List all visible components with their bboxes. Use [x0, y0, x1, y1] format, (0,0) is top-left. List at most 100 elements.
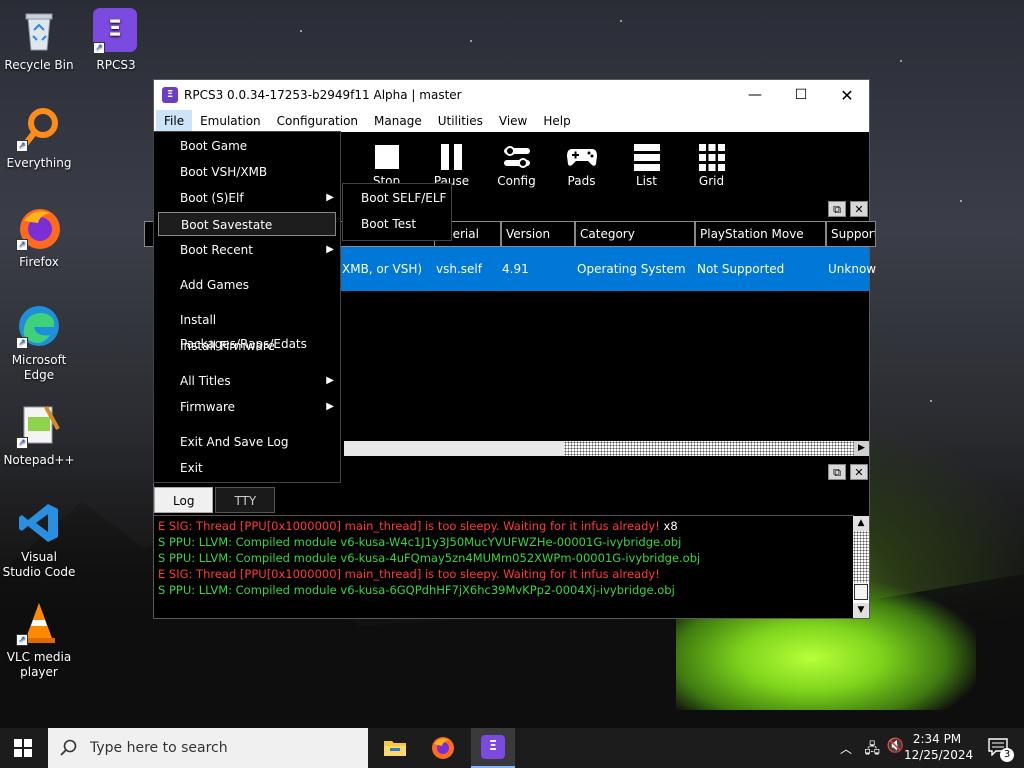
menu-item-exit-and-save-log[interactable]: Exit And Save Log [158, 430, 336, 454]
recycle-bin-icon [16, 8, 62, 54]
desktop-icon-vscode[interactable]: Visual Studio Code [1, 500, 77, 580]
scroll-up-icon[interactable]: ▲ [853, 516, 869, 531]
desktop-icon-firefox[interactable]: ↗ Firefox [1, 205, 77, 270]
notification-center-button[interactable]: 3 [988, 738, 1014, 762]
cell-serial: vsh.self [436, 262, 482, 276]
menu-item-boot-vsh-xmb[interactable]: Boot VSH/XMB [158, 160, 336, 184]
menu-item-firmware[interactable]: Firmware ▶ [158, 395, 336, 419]
horizontal-scrollbar[interactable]: ▶ [344, 441, 869, 456]
log-line: S PPU: LLVM: Compiled module v6-kusa-W4c… [158, 535, 682, 549]
vscode-icon [16, 500, 62, 546]
taskbar-file-explorer[interactable] [375, 728, 415, 768]
cell-category: Operating System [577, 262, 686, 276]
config-button[interactable]: Config [484, 132, 549, 194]
menu-item-all-titles[interactable]: All Titles ▶ [158, 369, 336, 393]
chevron-up-icon[interactable]: ︿ [840, 740, 852, 757]
taskbar-firefox[interactable] [423, 728, 463, 768]
file-menu: Boot Game Boot VSH/XMB Boot (S)Elf ▶ Boot… [153, 131, 341, 483]
tab-log[interactable]: Log [154, 487, 214, 513]
rpcs3-icon: Ξ [481, 735, 505, 759]
log-dock-buttons: ⧉ ✕ [828, 464, 868, 480]
title-bar[interactable]: Ξ RPCS3 0.0.34-17253-b2949f11 Alpha | ma… [154, 80, 869, 110]
float-icon[interactable]: ⧉ [828, 201, 846, 217]
desktop-icon-rpcs3[interactable]: Ξ ↗ RPCS3 [78, 8, 154, 73]
log-line: E SIG: Thread [PPU[0x1000000] main_threa… [158, 567, 660, 581]
list-button[interactable]: List [614, 132, 679, 194]
cell-move: Not Supported [697, 262, 785, 276]
pads-button[interactable]: Pads [549, 132, 614, 194]
menu-file[interactable]: File [156, 110, 193, 132]
menu-configuration[interactable]: Configuration [269, 110, 366, 132]
notepadpp-icon: ↗ [16, 403, 62, 449]
cell-version: 4.91 [502, 262, 529, 276]
window-title: RPCS3 0.0.34-17253-b2949f11 Alpha | mast… [184, 88, 462, 102]
firefox-icon: ↗ [16, 205, 62, 251]
menu-item-boot-test[interactable]: Boot Test [343, 212, 451, 236]
desktop-icon-notepadpp[interactable]: ↗ Notepad++ [1, 403, 77, 468]
grid-icon [679, 140, 744, 174]
vlc-icon: ↗ [16, 600, 62, 646]
close-button[interactable]: ✕ [824, 80, 870, 110]
menu-item-exit[interactable]: Exit [158, 456, 336, 480]
submenu-arrow-icon: ▶ [326, 244, 334, 255]
menu-manage[interactable]: Manage [366, 110, 430, 132]
close-dock-icon[interactable]: ✕ [850, 464, 868, 480]
column-header-playstation-move[interactable]: PlayStation Move [695, 221, 826, 247]
menu-item-boot-savestate[interactable]: Boot Savestate [158, 212, 336, 236]
menu-item-install-firmware[interactable]: Install Firmware [158, 334, 336, 358]
grid-button[interactable]: Grid [679, 132, 744, 194]
menu-item-boot-self-elf[interactable]: Boot SELF/ELF [343, 186, 451, 210]
column-header-support[interactable]: Support [826, 221, 876, 247]
volume-muted-icon[interactable]: 🔇 [887, 738, 904, 754]
windows-logo-icon [14, 739, 32, 757]
log-line: S PPU: LLVM: Compiled module v6-kusa-6GQ… [158, 583, 675, 597]
column-header-version[interactable]: Version [501, 221, 575, 247]
taskbar-search-box[interactable]: Type here to search [48, 728, 368, 768]
windows-start-button[interactable] [14, 739, 32, 760]
log-line: E SIG: Thread [PPU[0x1000000] main_threa… [158, 519, 678, 533]
gamepad-icon [549, 140, 614, 174]
vertical-scrollbar[interactable]: ▲ ▼ [853, 516, 869, 618]
menu-view[interactable]: View [491, 110, 535, 132]
float-icon[interactable]: ⧉ [828, 464, 846, 480]
menu-item-boot-recent[interactable]: Boot Recent ▶ [158, 238, 336, 262]
desktop-icon-recycle-bin[interactable]: Recycle Bin [1, 8, 77, 73]
network-icon[interactable]: 🖧 [864, 738, 880, 762]
clock[interactable]: 2:34 PM 12/25/2024 [904, 731, 973, 763]
desktop-icon-edge[interactable]: ↗ Microsoft Edge [1, 303, 77, 383]
desktop-icon-vlc[interactable]: ↗ VLC media player [1, 600, 77, 680]
stop-icon [354, 140, 419, 174]
search-icon [60, 739, 77, 756]
scroll-down-icon[interactable]: ▼ [853, 603, 869, 618]
log-tabs: Log TTY [154, 487, 277, 515]
maximize-button[interactable]: ☐ [778, 80, 824, 110]
close-dock-icon[interactable]: ✕ [850, 201, 868, 217]
menu-item-install-packages[interactable]: Install Packages/Raps/Edats [158, 308, 336, 351]
log-output[interactable]: E SIG: Thread [PPU[0x1000000] main_threa… [154, 515, 854, 618]
firefox-icon [432, 737, 454, 759]
pause-icon [419, 140, 484, 174]
rpcs3-app-icon: Ξ [162, 87, 178, 103]
menu-emulation[interactable]: Emulation [192, 110, 269, 132]
cell-name: XMB, or VSH) [342, 262, 423, 276]
menu-utilities[interactable]: Utilities [430, 110, 491, 132]
list-icon [614, 140, 679, 174]
scroll-right-icon[interactable]: ▶ [854, 441, 869, 456]
cell-support: Unknow [828, 262, 877, 276]
config-icon [484, 140, 549, 174]
menu-item-boot-self[interactable]: Boot (S)Elf ▶ [158, 186, 336, 210]
boot-self-submenu: Boot SELF/ELF Boot Test [342, 183, 452, 241]
edge-icon: ↗ [16, 303, 62, 349]
taskbar-rpcs3[interactable]: Ξ [471, 728, 515, 768]
column-header-category[interactable]: Category [575, 221, 695, 247]
desktop-icon-everything[interactable]: ↗ Everything [1, 106, 77, 171]
menu-item-boot-game[interactable]: Boot Game [158, 134, 336, 158]
tab-tty[interactable]: TTY [215, 487, 276, 513]
rpcs3-icon: Ξ ↗ [93, 8, 139, 54]
menu-item-add-games[interactable]: Add Games [158, 273, 336, 297]
notification-count-badge: 3 [1000, 748, 1014, 762]
menu-help[interactable]: Help [535, 110, 578, 132]
scroll-thumb[interactable] [854, 584, 868, 600]
minimize-button[interactable]: — [732, 80, 778, 110]
everything-icon: ↗ [16, 106, 62, 152]
